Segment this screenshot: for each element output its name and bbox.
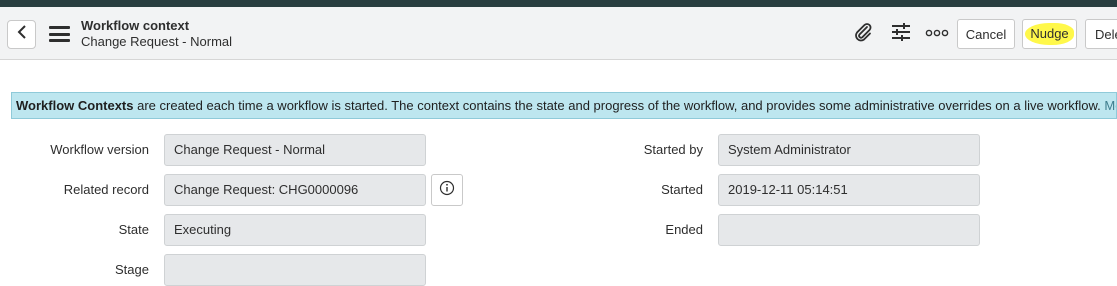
more-options-icon (925, 25, 949, 43)
form-header: Workflow context Change Request - Normal (0, 7, 1117, 60)
delete-button[interactable]: Delete (1085, 19, 1117, 49)
back-button[interactable] (7, 20, 36, 49)
workflow-version-field[interactable]: Change Request - Normal (164, 134, 426, 166)
chevron-left-icon (17, 25, 27, 44)
paperclip-icon (852, 21, 874, 48)
state-label: State (118, 222, 149, 237)
info-banner: Workflow Contexts are created each time … (11, 92, 1117, 119)
banner-text: are created each time a workflow is star… (133, 98, 1105, 113)
banner-bold-text: Workflow Contexts (16, 98, 134, 113)
sliders-icon (890, 21, 912, 48)
ended-label: Ended (665, 222, 703, 237)
stage-label: Stage (115, 262, 149, 277)
top-banner-strip (0, 0, 1117, 7)
more-info-link[interactable]: More Info (1104, 98, 1116, 113)
personalize-form-button[interactable] (888, 21, 914, 47)
info-icon (439, 180, 455, 201)
cancel-button-label: Cancel (965, 26, 1007, 42)
workflow-version-label: Workflow version (50, 142, 149, 157)
state-field[interactable]: Executing (164, 214, 426, 246)
stage-field[interactable] (164, 254, 426, 286)
ended-field[interactable] (718, 214, 980, 246)
nudge-button-label: Nudge (1025, 23, 1074, 45)
started-label: Started (661, 182, 703, 197)
attachment-button[interactable] (850, 21, 876, 47)
started-by-label: Started by (643, 142, 703, 157)
more-options-button[interactable] (924, 21, 950, 47)
started-field[interactable]: 2019-12-11 05:14:51 (718, 174, 980, 206)
related-record-info-button[interactable] (431, 174, 463, 206)
delete-button-label: Delete (1095, 26, 1117, 42)
hamburger-menu-icon[interactable] (49, 26, 70, 42)
started-by-field[interactable]: System Administrator (718, 134, 980, 166)
nudge-button[interactable]: Nudge (1022, 19, 1077, 49)
page-title: Workflow context (81, 18, 190, 33)
related-record-field[interactable]: Change Request: CHG0000096 (164, 174, 426, 206)
related-record-label: Related record (63, 182, 149, 197)
page-subtitle: Change Request - Normal (81, 34, 233, 49)
cancel-button[interactable]: Cancel (957, 19, 1015, 49)
header-titles: Workflow context Change Request - Normal (81, 18, 232, 50)
